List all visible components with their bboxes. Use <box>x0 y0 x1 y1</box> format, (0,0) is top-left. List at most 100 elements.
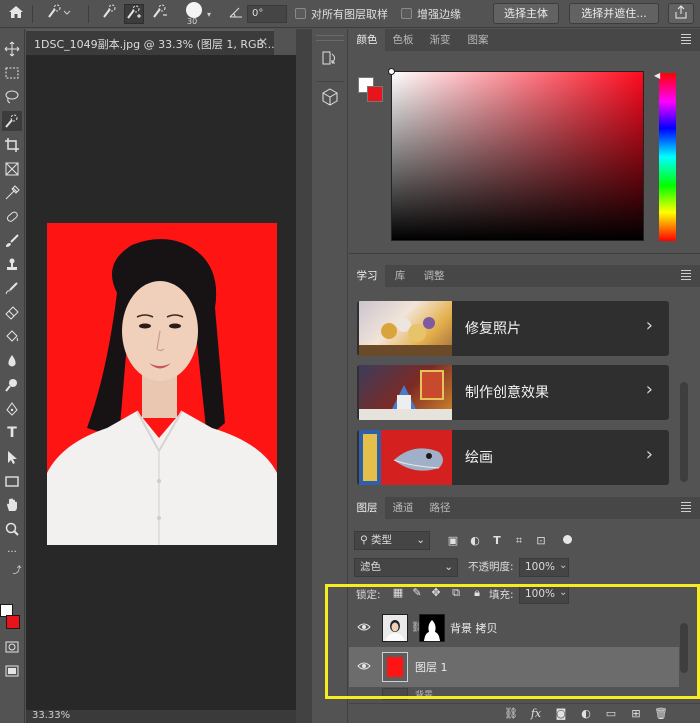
tab-adjustments[interactable]: 调整 <box>415 265 453 287</box>
layer-mask-thumbnail[interactable] <box>419 614 445 642</box>
tab-channels[interactable]: 通道 <box>385 497 421 519</box>
eyedropper-tool-icon[interactable] <box>2 183 22 203</box>
share-icon[interactable] <box>668 3 694 24</box>
rectangle-tool-icon[interactable] <box>2 471 22 491</box>
panel-menu-icon[interactable] <box>681 270 691 282</box>
pixel-filter-icon[interactable]: ▣ <box>446 534 460 548</box>
quick-selection-tool-icon[interactable] <box>2 111 22 131</box>
clone-stamp-tool-icon[interactable] <box>2 255 22 275</box>
document-photo[interactable] <box>47 223 277 545</box>
adjustment-layer-icon[interactable]: ◐ <box>579 707 593 721</box>
layers-scrollbar[interactable] <box>680 623 688 673</box>
3d-panel-icon[interactable] <box>318 87 342 111</box>
tab-swatches[interactable]: 色板 <box>385 29 421 51</box>
blend-mode-select[interactable]: 滤色 ⌄ <box>354 558 458 577</box>
new-layer-icon[interactable]: ⊞ <box>629 707 643 721</box>
enhance-edge-checkbox[interactable] <box>401 8 412 19</box>
tab-libraries[interactable]: 库 <box>385 265 415 287</box>
panel-menu-icon[interactable] <box>681 502 691 514</box>
dock-grip[interactable] <box>316 35 344 41</box>
eraser-tool-icon[interactable] <box>2 303 22 323</box>
history-panel-icon[interactable] <box>318 49 342 73</box>
layer-name[interactable]: 图层 1 <box>415 659 448 675</box>
quick-mask-icon[interactable] <box>2 637 22 657</box>
fx-icon[interactable]: fx <box>529 707 543 721</box>
swap-colors-icon[interactable]: ⤴ <box>12 561 22 581</box>
lock-artboard-icon[interactable]: ⧉ <box>449 586 463 600</box>
zoom-level[interactable]: 33.33% <box>32 710 70 721</box>
chevron-down-icon[interactable]: ⌄ <box>559 560 567 571</box>
layer-name[interactable]: 背景 拷贝 <box>450 620 498 636</box>
pen-tool-icon[interactable] <box>2 399 22 419</box>
background-color-swatch[interactable] <box>6 615 20 629</box>
crop-tool-icon[interactable] <box>2 135 22 155</box>
lasso-tool-icon[interactable] <box>2 87 22 107</box>
more-tools-icon[interactable]: ··· <box>2 543 22 563</box>
layer-filter-select[interactable]: ⚲ 类型 ⌄ <box>354 531 430 550</box>
frame-tool-icon[interactable] <box>2 159 22 179</box>
color-background-swatch[interactable] <box>367 86 383 102</box>
select-and-mask-button[interactable]: 选择并遮住... <box>569 3 659 24</box>
lock-image-pixels-icon[interactable]: ✎ <box>410 586 424 600</box>
hue-slider-marker-icon[interactable]: ◀ <box>654 71 660 80</box>
tab-color[interactable]: 颜色 <box>349 29 385 51</box>
learn-scrollbar[interactable] <box>680 382 688 482</box>
lock-all-icon[interactable]: 🔒︎ <box>470 586 484 600</box>
tab-paths[interactable]: 路径 <box>421 497 459 519</box>
saturation-value-field[interactable] <box>391 71 644 241</box>
learn-card-fix-photo[interactable]: 修复照片 › <box>357 301 669 356</box>
layer-row-selected[interactable]: 图层 1 <box>349 647 679 687</box>
document-tab[interactable]: 1DSC_1049副本.jpg @ 33.3% (图层 1, RGB... ✕ <box>26 29 275 55</box>
tab-learn[interactable]: 学习 <box>349 265 385 287</box>
learn-panel: 学习 库 调整 修复照片 › 制作创意效果 › 绘画 › <box>349 265 700 490</box>
screen-mode-icon[interactable] <box>2 661 22 681</box>
layer-row[interactable]: ⛓ 背景 拷贝 <box>349 608 679 648</box>
close-icon[interactable]: ✕ <box>258 35 268 49</box>
sample-all-layers-checkbox[interactable] <box>295 8 306 19</box>
type-tool-icon[interactable]: T <box>2 423 22 443</box>
tab-gradients[interactable]: 渐变 <box>421 29 459 51</box>
dodge-tool-icon[interactable] <box>2 375 22 395</box>
adjustment-filter-icon[interactable]: ◐ <box>468 534 482 548</box>
tab-layers[interactable]: 图层 <box>349 497 385 519</box>
healing-brush-tool-icon[interactable] <box>2 207 22 227</box>
blur-tool-icon[interactable] <box>2 351 22 371</box>
move-tool-icon[interactable] <box>2 39 22 59</box>
learn-card-creative-effects[interactable]: 制作创意效果 › <box>357 365 669 420</box>
zoom-tool-icon[interactable] <box>2 519 22 539</box>
history-brush-tool-icon[interactable] <box>2 279 22 299</box>
marquee-tool-icon[interactable] <box>2 63 22 83</box>
new-group-icon[interactable]: ▭ <box>604 707 618 721</box>
subtract-from-selection-icon[interactable] <box>150 4 170 24</box>
visibility-eye-icon[interactable] <box>357 620 371 634</box>
color-picker-handle[interactable] <box>388 68 395 75</box>
add-mask-icon[interactable]: ◙ <box>554 707 568 721</box>
smart-object-filter-icon[interactable]: ⊡ <box>534 534 548 548</box>
select-subject-button[interactable]: 选择主体 <box>493 3 559 24</box>
quick-selection-preset-icon[interactable] <box>44 4 74 24</box>
path-selection-tool-icon[interactable] <box>2 447 22 467</box>
lock-position-icon[interactable]: ✥ <box>429 586 443 600</box>
home-icon[interactable] <box>6 4 26 24</box>
chevron-down-icon[interactable]: ⌄ <box>559 587 567 598</box>
link-layers-icon[interactable]: ⛓ <box>504 707 518 721</box>
brush-tip-preview[interactable] <box>186 2 202 18</box>
filter-toggle-icon[interactable] <box>563 535 572 544</box>
collapsed-panel-dock <box>312 29 348 723</box>
add-to-selection-icon[interactable] <box>124 4 144 24</box>
brush-dropdown-icon[interactable]: ▾ <box>207 10 211 19</box>
delete-layer-icon[interactable]: 🗑︎ <box>654 707 668 721</box>
lock-transparent-pixels-icon[interactable]: ▦ <box>391 586 405 600</box>
type-filter-icon[interactable]: T <box>490 534 504 548</box>
learn-card-painting[interactable]: 绘画 › <box>357 430 669 485</box>
angle-input[interactable]: 0° <box>247 5 287 23</box>
new-selection-icon[interactable] <box>100 4 120 24</box>
shape-filter-icon[interactable]: ⌗ <box>512 534 526 548</box>
brush-tool-icon[interactable] <box>2 231 22 251</box>
hand-tool-icon[interactable] <box>2 495 22 515</box>
paint-bucket-tool-icon[interactable] <box>2 327 22 347</box>
hue-slider[interactable] <box>659 73 676 241</box>
visibility-eye-icon[interactable] <box>357 659 371 673</box>
panel-menu-icon[interactable] <box>681 34 691 46</box>
tab-patterns[interactable]: 图案 <box>459 29 497 51</box>
